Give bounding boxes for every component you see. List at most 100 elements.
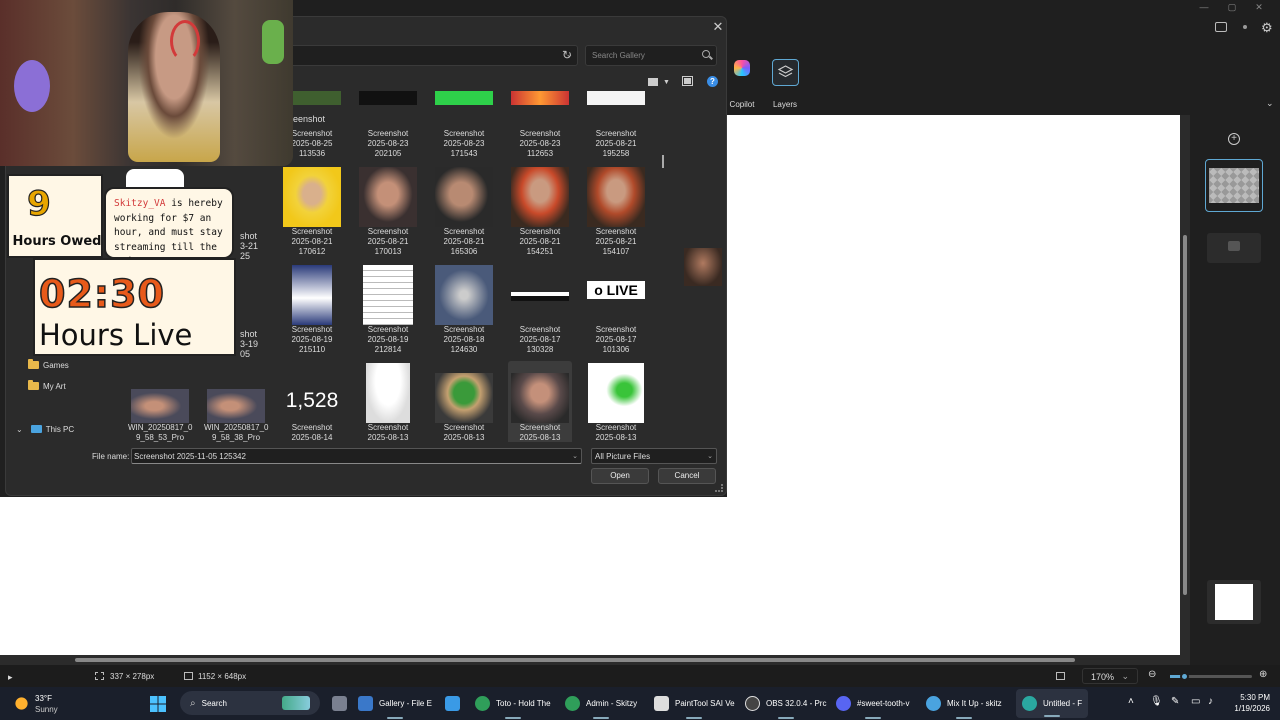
volume-icon[interactable]: ♪	[1208, 696, 1213, 707]
copilot-tool[interactable]: Copilot	[728, 56, 756, 112]
partial-label: 3-21	[240, 241, 259, 251]
close-window-icon[interactable]: ✕	[1253, 2, 1265, 14]
file-tile[interactable]: WIN_20250817_0 9_58_53_Pro	[128, 361, 193, 442]
file-type-select[interactable]: All Picture Files ⌄	[591, 448, 717, 464]
cancel-button[interactable]: Cancel	[658, 468, 716, 484]
search-highlight-icon	[282, 696, 310, 710]
chevron-down-icon[interactable]: ⌄	[1266, 98, 1274, 109]
add-layer-icon[interactable]: +	[1228, 133, 1240, 145]
weather-temp: 33°F	[35, 693, 52, 703]
taskbar-app-obs[interactable]: OBS 32.0.4 - Prc	[745, 687, 826, 720]
layer-item-active[interactable]	[1205, 159, 1263, 212]
file-tile[interactable]: Screenshot 2025-08-21 154251	[508, 165, 572, 261]
refresh-icon[interactable]: ↻	[557, 45, 577, 66]
file-name: Screenshot 2025-08-13 115034	[519, 423, 561, 442]
file-tile[interactable]: Screenshot 2025-08-13 184036	[356, 361, 420, 442]
chevron-down-icon[interactable]: ⌄	[572, 452, 578, 460]
open-button[interactable]: Open	[591, 468, 649, 484]
file-tile-selected[interactable]: Screenshot 2025-08-13 115034	[508, 361, 572, 442]
network-icon[interactable]: ▭	[1191, 696, 1200, 707]
file-tile[interactable]: Screenshot 2025-08-21 170612	[280, 165, 344, 261]
file-tile[interactable]: Screenshot 2025-08-21 170013	[356, 165, 420, 261]
vertical-scrollbar[interactable]	[1180, 115, 1190, 655]
taskbar-app-mixitup[interactable]: Mix It Up - skitz	[926, 687, 1002, 720]
nav-item-this-pc[interactable]: ⌄ This PC	[16, 421, 74, 437]
taskbar-app-discord[interactable]: #sweet-tooth-v	[836, 687, 909, 720]
tray-chevron-icon[interactable]: ˄	[1128, 696, 1134, 707]
layer-item[interactable]	[1207, 233, 1261, 263]
taskbar-app-painttool[interactable]: PaintTool SAI Ve	[654, 687, 735, 720]
nav-item-my-art[interactable]: My Art	[28, 378, 66, 394]
clock[interactable]: 5:30 PM 1/19/2026	[1226, 692, 1270, 714]
mic-icon[interactable]: 🎙︎	[1150, 696, 1163, 707]
preview-pane-icon[interactable]	[682, 76, 693, 86]
taskbar-app-admin[interactable]: Admin - Skitzy	[565, 687, 637, 720]
file-name: Screenshot 2025-08-23 202105	[367, 129, 409, 158]
active-indicator	[593, 717, 610, 719]
canvas-left-region[interactable]	[0, 497, 727, 655]
file-thumbnail	[435, 91, 493, 105]
address-bar[interactable]: ⌄	[286, 45, 578, 66]
file-tile[interactable]: Screenshot 2025-08-21 195258	[584, 90, 648, 163]
file-thumbnail	[366, 363, 410, 423]
taskbar-app-photos[interactable]	[445, 687, 460, 720]
drawing-canvas[interactable]	[727, 115, 1180, 655]
resize-grip-icon[interactable]	[715, 484, 723, 492]
file-tile[interactable]: Screenshot 2025-08-21 154107	[584, 165, 648, 261]
help-icon[interactable]: ?	[707, 76, 718, 87]
task-view-button[interactable]	[332, 687, 347, 720]
file-tile[interactable]: Screenshot 2025-08-17 130328	[508, 263, 572, 359]
settings-icon[interactable]: ⚙	[1261, 20, 1273, 36]
fit-screen-icon[interactable]	[1056, 672, 1065, 680]
close-icon[interactable]: ✕	[710, 19, 726, 35]
scroll-thumb[interactable]	[1183, 235, 1187, 595]
weather-widget[interactable]: 33°F Sunny	[14, 687, 58, 720]
zoom-in-icon[interactable]: ⊕	[1259, 669, 1267, 680]
view-options-button[interactable]: ▼	[646, 77, 670, 90]
search-input[interactable]: Search Gallery	[585, 45, 717, 66]
zoom-level-select[interactable]: 170% ⌄	[1082, 668, 1138, 684]
file-tile[interactable]: Screenshot 2025-08-19 215110	[280, 263, 344, 359]
taskbar-app-gallery[interactable]: Gallery - File E	[358, 687, 432, 720]
background-layer[interactable]	[1207, 580, 1261, 624]
file-name: Screenshot 2025-08-13 114523	[595, 423, 637, 442]
file-tile[interactable]: Screenshot 2025-08-21 165306	[432, 165, 496, 261]
canvas-size-icon	[184, 672, 193, 680]
file-tile[interactable]: Screenshot 2025-08-23 112653	[508, 90, 572, 163]
taskbar-app-untitled[interactable]: Untitled - F	[1016, 689, 1089, 718]
start-button[interactable]	[150, 687, 166, 720]
nav-item-games[interactable]: Games	[28, 357, 69, 373]
announce-icon[interactable]	[1215, 22, 1227, 32]
minimize-icon[interactable]: —	[1198, 2, 1210, 14]
file-thumbnail	[207, 389, 265, 423]
file-tile[interactable]: Screenshot 2025-08-23 171543	[432, 90, 496, 163]
taskbar-app-toto[interactable]: Toto - Hold The	[475, 687, 551, 720]
gallery-scroll-indicator[interactable]	[662, 155, 664, 168]
file-tile[interactable]: Screenshot 2025-08-19 212814	[356, 263, 420, 359]
file-tile[interactable]: WIN_20250817_0 9_58_38_Pro	[204, 361, 269, 442]
copilot-icon	[734, 60, 750, 76]
app-label: Gallery - File E	[379, 699, 432, 708]
file-tile[interactable]: 1,528 Screenshot 2025-08-14 194745	[280, 361, 344, 442]
layers-tool[interactable]: Layers	[770, 56, 800, 112]
file-tile[interactable]: Screenshot 2025-08-13 114523	[584, 361, 648, 442]
active-indicator	[686, 717, 703, 719]
play-icon[interactable]: ▸	[8, 672, 13, 683]
horizontal-scrollbar[interactable]	[0, 655, 1190, 665]
selection-size: 337 × 278px	[110, 672, 155, 681]
zoom-out-icon[interactable]: ⊖	[1148, 669, 1156, 680]
maximize-icon[interactable]: ▢	[1226, 2, 1238, 14]
taskbar-search[interactable]: ⌕ Search	[180, 691, 320, 715]
file-tile[interactable]: Screenshot 2025-08-23 202105	[356, 90, 420, 163]
file-tile[interactable]: o LIVE Screenshot 2025-08-17 101306	[584, 263, 648, 359]
pen-icon[interactable]: ✎	[1171, 696, 1179, 707]
filename-input[interactable]: Screenshot 2025-11-05 125342 ⌄	[131, 448, 582, 464]
scroll-thumb[interactable]	[75, 658, 1075, 662]
file-name: WIN_20250817_0 9_58_38_Pro	[204, 423, 269, 442]
view-icon	[648, 78, 658, 86]
expand-icon[interactable]: ⌄	[16, 425, 23, 434]
file-tile[interactable]: Screenshot 2025-08-13 120109	[432, 361, 496, 442]
zoom-slider[interactable]	[1170, 672, 1252, 681]
file-tile[interactable]: Screenshot 2025-08-18 124630	[432, 263, 496, 359]
slider-thumb[interactable]	[1180, 672, 1189, 681]
